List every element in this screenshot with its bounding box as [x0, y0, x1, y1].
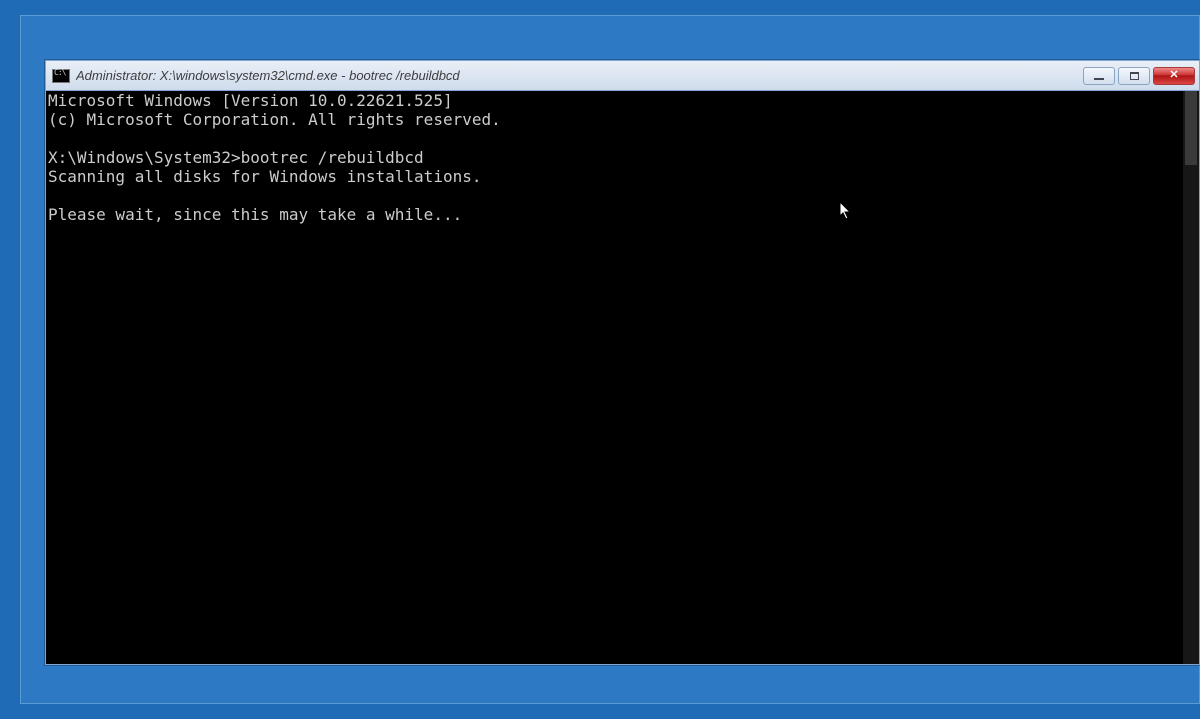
terminal-line: X:\Windows\System32>bootrec /rebuildbcd	[48, 148, 1183, 167]
terminal-scrollbar[interactable]	[1183, 91, 1199, 664]
terminal-line: Scanning all disks for Windows installat…	[48, 167, 1183, 186]
cmd-icon	[52, 69, 70, 83]
window-sysbuttons: ✕	[1083, 67, 1195, 85]
minimize-icon	[1094, 78, 1104, 80]
terminal-scrollbar-thumb[interactable]	[1185, 91, 1197, 165]
maximize-button[interactable]	[1118, 67, 1150, 85]
minimize-button[interactable]	[1083, 67, 1115, 85]
terminal-line: Please wait, since this may take a while…	[48, 205, 1183, 224]
terminal-line	[48, 129, 1183, 148]
window-title: Administrator: X:\windows\system32\cmd.e…	[76, 68, 1083, 83]
terminal-area: Microsoft Windows [Version 10.0.22621.52…	[46, 91, 1199, 664]
terminal-line	[48, 186, 1183, 205]
close-icon: ✕	[1169, 70, 1178, 81]
close-button[interactable]: ✕	[1153, 67, 1195, 85]
terminal-output[interactable]: Microsoft Windows [Version 10.0.22621.52…	[46, 91, 1183, 664]
terminal-line: Microsoft Windows [Version 10.0.22621.52…	[48, 91, 1183, 110]
window-titlebar[interactable]: Administrator: X:\windows\system32\cmd.e…	[46, 61, 1199, 91]
desktop-background: Administrator: X:\windows\system32\cmd.e…	[0, 0, 1200, 719]
maximize-icon	[1130, 72, 1139, 80]
terminal-line: (c) Microsoft Corporation. All rights re…	[48, 110, 1183, 129]
cmd-window: Administrator: X:\windows\system32\cmd.e…	[45, 60, 1200, 665]
